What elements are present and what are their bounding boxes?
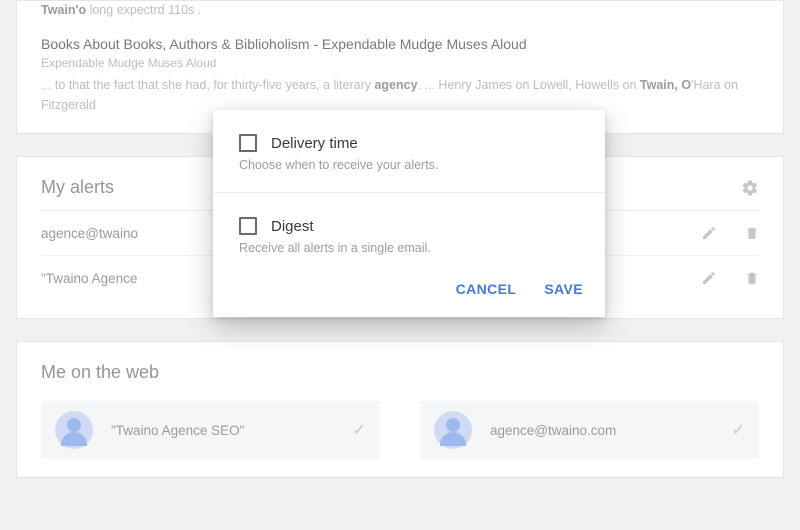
result-snippet: Twain'o long expectrd 110s . <box>41 1 759 20</box>
web-item-label: agence@twaino.com <box>490 423 732 438</box>
pencil-icon[interactable] <box>701 225 717 241</box>
me-on-web-heading: Me on the web <box>41 362 759 383</box>
avatar-icon <box>434 411 472 449</box>
result-title[interactable]: Books About Books, Authors & Biblioholis… <box>41 36 759 52</box>
delivery-time-checkbox[interactable] <box>239 134 257 152</box>
avatar-icon <box>55 411 93 449</box>
cancel-button[interactable]: CANCEL <box>456 281 517 297</box>
digest-checkbox[interactable] <box>239 217 257 235</box>
check-icon: ✓ <box>353 420 366 440</box>
pencil-icon[interactable] <box>701 270 717 286</box>
web-item[interactable]: agence@twaino.com ✓ <box>420 401 759 459</box>
web-item[interactable]: "Twaino Agence SEO" ✓ <box>41 401 380 459</box>
digest-desc: Receive all alerts in a single email. <box>239 241 579 255</box>
delivery-time-label: Delivery time <box>271 135 358 152</box>
delivery-time-desc: Choose when to receive your alerts. <box>239 158 579 172</box>
trash-icon[interactable] <box>745 225 759 241</box>
web-item-label: "Twaino Agence SEO" <box>111 423 353 438</box>
trash-icon[interactable] <box>745 270 759 286</box>
digest-label: Digest <box>271 218 314 235</box>
me-on-web-card: Me on the web "Twaino Agence SEO" ✓ agen… <box>16 341 784 478</box>
check-icon: ✓ <box>732 420 745 440</box>
settings-modal: Delivery time Choose when to receive you… <box>213 110 605 317</box>
gear-icon[interactable] <box>741 179 759 197</box>
save-button[interactable]: SAVE <box>544 281 583 297</box>
result-source: Expendable Mudge Muses Aloud <box>41 56 759 70</box>
